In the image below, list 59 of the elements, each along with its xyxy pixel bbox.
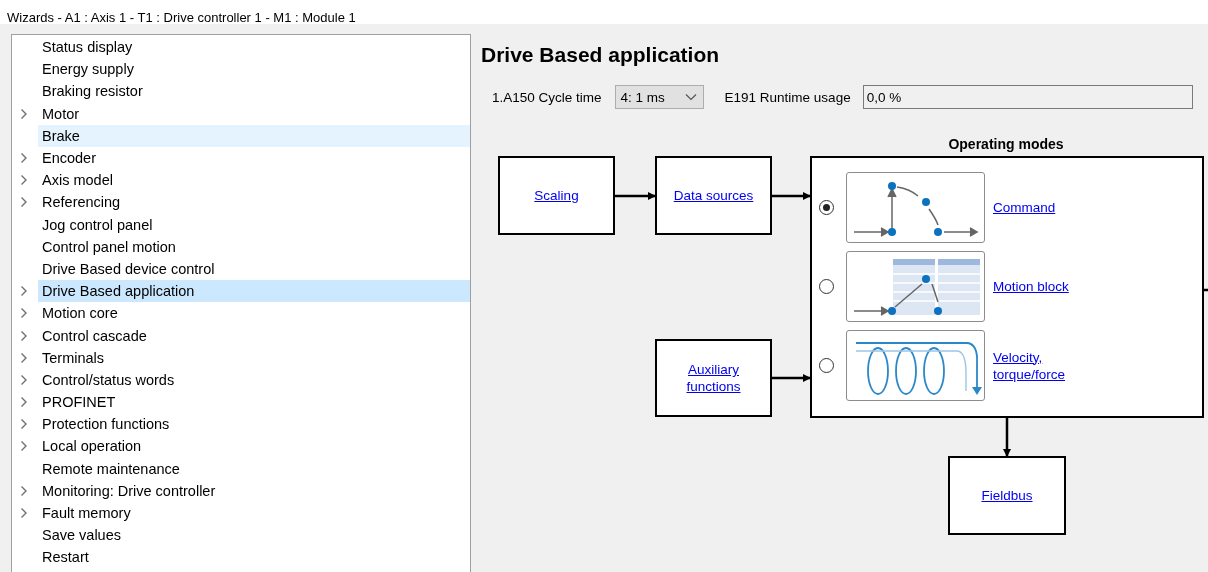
tree-item[interactable]: Remote maintenance [38, 457, 470, 480]
tree-item[interactable]: Status display [38, 36, 470, 59]
chevron-icon[interactable] [20, 174, 28, 187]
tree-item[interactable]: Drive Based device control [38, 257, 470, 281]
tree-item[interactable]: Energy supply [38, 58, 470, 81]
tree-item[interactable]: Terminals [38, 346, 470, 369]
tree-item[interactable]: Jog control panel [38, 213, 470, 236]
chevron-icon[interactable] [20, 152, 28, 165]
mode-card[interactable] [846, 251, 985, 322]
chevron-icon[interactable] [20, 329, 28, 342]
tree-item[interactable]: Brake [38, 124, 470, 147]
block-link[interactable]: Scaling [534, 187, 579, 204]
radio-button[interactable] [819, 200, 834, 215]
chevron-icon[interactable] [20, 285, 28, 298]
cycle-time-label: 1.A150 Cycle time [492, 89, 602, 105]
radio-button[interactable] [819, 279, 834, 294]
page-heading: Drive Based application [481, 43, 721, 68]
tree-item[interactable]: Save values [38, 524, 470, 547]
window-title: Wizards - A1 : Axis 1 - T1 : Drive controller 1 - M1 : Module 1 [0, 0, 1208, 24]
mode-card[interactable] [846, 330, 985, 401]
tree-item[interactable]: Referencing [38, 191, 470, 214]
mode-link[interactable]: Command [993, 199, 1056, 216]
tree-item[interactable]: PROFINET [38, 391, 470, 414]
chevron-icon[interactable] [20, 484, 28, 497]
tree-item[interactable]: Drive Based application [38, 280, 470, 303]
caret-icon [684, 93, 697, 101]
chevron-icon[interactable] [20, 396, 28, 409]
chevron-icon[interactable] [20, 196, 28, 209]
tree-item[interactable]: Axis model [38, 169, 470, 192]
chevron-icon[interactable] [20, 107, 28, 120]
tree-item[interactable]: Control/status words [38, 368, 470, 391]
runtime-usage-field[interactable]: 0,0 % [862, 85, 1193, 109]
tree-item[interactable]: Restart [38, 546, 470, 569]
chevron-icon[interactable] [20, 351, 28, 364]
mode-card[interactable] [846, 172, 985, 243]
mode-link[interactable]: Motion block [993, 278, 1069, 295]
chevron-icon[interactable] [20, 440, 28, 453]
tree-item[interactable]: Protection functions [38, 413, 470, 436]
radio-button[interactable] [819, 358, 834, 373]
tree-item[interactable]: Control panel motion [38, 235, 470, 258]
block-link[interactable]: Data sources [673, 187, 754, 204]
tree-item[interactable]: Motor [38, 102, 470, 125]
operating-modes-title: Operating modes [947, 136, 1065, 152]
mode-link[interactable]: Velocity, torque/force [993, 348, 1083, 383]
tree-item[interactable]: Motion core [38, 302, 470, 325]
chevron-icon[interactable] [20, 418, 28, 431]
chevron-icon[interactable] [20, 507, 28, 520]
chevron-icon[interactable] [20, 373, 28, 386]
runtime-usage-label: E191 Runtime usage [724, 89, 851, 105]
tree-item[interactable]: Local operation [38, 435, 470, 458]
block-link[interactable]: Fieldbus [981, 487, 1033, 504]
block-link[interactable]: Auxiliary functions [671, 361, 756, 395]
tree-item[interactable]: Fault memory [38, 501, 470, 525]
cycle-time-dropdown[interactable]: 4: 1 ms [614, 85, 704, 109]
tree-item[interactable]: Monitoring: Drive controller [38, 479, 470, 502]
tree-item[interactable]: Encoder [38, 146, 470, 170]
tree-item[interactable]: Braking resistor [38, 80, 470, 103]
chevron-icon[interactable] [20, 307, 28, 320]
tree-item[interactable]: Control cascade [38, 324, 470, 347]
